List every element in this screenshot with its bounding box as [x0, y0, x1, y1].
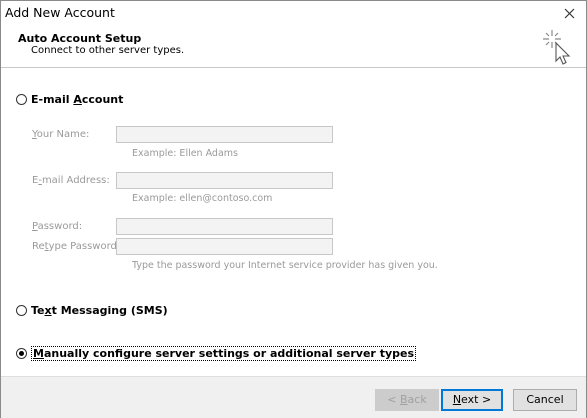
your-name-input[interactable]	[116, 126, 333, 143]
window-title: Add New Account	[5, 5, 115, 20]
add-new-account-dialog: Add New Account Auto Account Setup Conne…	[0, 0, 587, 418]
manual-config-radio[interactable]	[16, 348, 27, 359]
dialog-footer: < Back Next > Cancel	[1, 376, 586, 418]
email-account-option[interactable]: E-mail Account	[16, 93, 123, 106]
title-bar: Add New Account	[1, 1, 586, 25]
password-input[interactable]	[116, 218, 333, 235]
email-address-input[interactable]	[116, 172, 333, 189]
email-account-label: E-mail Account	[31, 93, 124, 106]
header-title: Auto Account Setup	[18, 32, 142, 45]
back-button[interactable]: < Back	[375, 389, 439, 411]
your-name-label: Your Name:	[32, 129, 90, 140]
password-hint: Type the password your Internet service …	[132, 260, 438, 271]
sms-radio[interactable]	[16, 305, 27, 316]
close-icon	[564, 8, 574, 19]
manual-config-option[interactable]: Manually configure server settings or ad…	[16, 346, 416, 361]
wizard-sparkle-cursor-icon	[543, 30, 571, 65]
next-button[interactable]: Next >	[441, 389, 503, 411]
retype-password-label: Retype Password:	[32, 241, 121, 252]
close-button[interactable]	[558, 3, 580, 23]
email-address-hint: Example: ellen@contoso.com	[132, 193, 273, 204]
email-account-radio[interactable]	[16, 94, 27, 105]
sms-option[interactable]: Text Messaging (SMS)	[16, 304, 168, 317]
retype-password-input[interactable]	[116, 238, 333, 255]
wizard-header: Auto Account Setup Connect to other serv…	[1, 25, 586, 68]
manual-config-label: Manually configure server settings or ad…	[31, 346, 416, 361]
header-subtitle: Connect to other server types.	[31, 45, 185, 56]
cancel-button[interactable]: Cancel	[513, 389, 577, 411]
your-name-hint: Example: Ellen Adams	[132, 148, 238, 159]
password-label: Password:	[32, 221, 83, 232]
sms-label: Text Messaging (SMS)	[31, 304, 168, 317]
email-address-label: E-mail Address:	[32, 175, 110, 186]
wizard-content: E-mail Account Your Name: Example: Ellen…	[1, 68, 586, 376]
